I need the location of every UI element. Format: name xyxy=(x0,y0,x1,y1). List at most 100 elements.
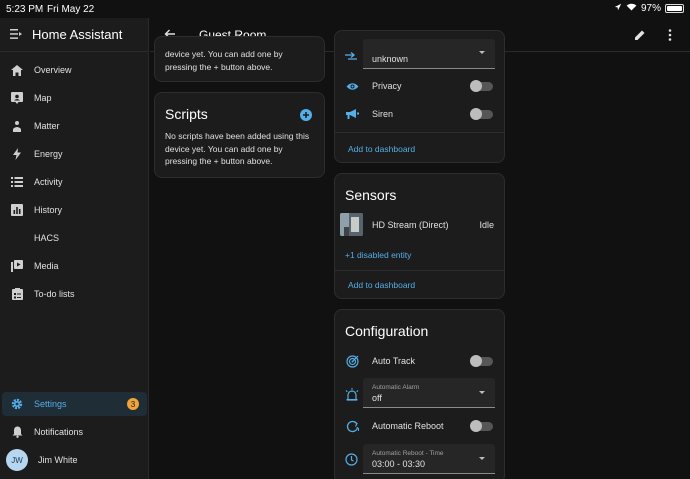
auto-track-toggle[interactable] xyxy=(470,354,493,367)
radar-icon xyxy=(345,354,359,368)
camera-thumbnail xyxy=(340,213,363,236)
privacy-row[interactable]: Privacy xyxy=(335,74,504,98)
sidebar-item-label: To-do lists xyxy=(34,289,75,299)
select-value: unknown xyxy=(372,54,409,64)
select-value: off xyxy=(372,393,382,403)
sidebar-item-label: Settings xyxy=(34,399,67,409)
restart-icon xyxy=(345,419,359,433)
add-script-icon[interactable] xyxy=(300,108,312,126)
more-vertical-icon[interactable] xyxy=(668,28,672,46)
pencil-icon[interactable] xyxy=(634,28,646,46)
scripts-empty-text: No scripts have been added using this de… xyxy=(165,131,310,166)
sidebar-item-todo[interactable]: To-do lists xyxy=(2,282,147,306)
card-divider xyxy=(335,132,504,133)
sidebar-item-history[interactable]: History xyxy=(2,198,147,222)
sidebar-item-map[interactable]: Map xyxy=(2,86,147,110)
sidebar-item-label: History xyxy=(34,205,63,215)
add-to-dashboard-link[interactable]: Add to dashboard xyxy=(348,144,415,154)
hacs-icon xyxy=(10,231,24,245)
sidebar-header: Home Assistant xyxy=(0,18,148,52)
privacy-toggle[interactable] xyxy=(470,79,493,92)
map-icon xyxy=(10,91,24,105)
stream-row[interactable]: HD Stream (Direct) Idle xyxy=(335,213,504,237)
clock-icon xyxy=(345,453,358,471)
status-date: Fri May 22 xyxy=(47,4,95,15)
home-icon xyxy=(10,63,24,77)
bell-icon xyxy=(10,425,24,439)
eye-icon xyxy=(345,79,359,93)
avatar: JW xyxy=(6,449,28,471)
stream-name: HD Stream (Direct) xyxy=(372,220,449,230)
bullhorn-icon xyxy=(345,107,359,121)
battery-icon xyxy=(665,4,684,13)
sidebar-item-label: Energy xyxy=(34,149,63,159)
toggle-knob xyxy=(470,79,482,92)
select-value: 03:00 - 03:30 xyxy=(372,459,426,469)
scenes-card: device yet. You can add one by pressing … xyxy=(154,36,325,82)
arrow-left-right-icon xyxy=(345,49,357,67)
siren-toggle[interactable] xyxy=(470,107,493,120)
status-bar: 5:23 PM Fri May 22 97% xyxy=(0,0,690,18)
sidebar-item-notifications[interactable]: Notifications xyxy=(2,420,147,444)
automatic-reboot-label: Automatic Reboot xyxy=(372,421,444,431)
stream-state: Idle xyxy=(479,220,494,230)
app-title: Home Assistant xyxy=(32,27,123,42)
clipboard-icon xyxy=(10,287,24,301)
sidebar-item-hacs[interactable]: HACS xyxy=(2,226,147,250)
reboot-time-select[interactable]: Automatic Reboot - Time 03:00 - 03:30 xyxy=(363,444,495,474)
automatic-alarm-select[interactable]: Automatic Alarm off xyxy=(363,378,495,408)
status-right: 97% xyxy=(614,3,684,14)
sensors-card: Sensors HD Stream (Direct) Idle +1 disab… xyxy=(334,173,505,299)
chevron-down-icon xyxy=(479,391,485,394)
gear-icon xyxy=(10,397,24,411)
privacy-label: Privacy xyxy=(372,81,402,91)
card-divider xyxy=(335,270,504,271)
select-label: Automatic Alarm xyxy=(372,384,420,391)
toggle-knob xyxy=(470,419,482,432)
auto-track-row[interactable]: Auto Track xyxy=(335,349,504,373)
battery-percent: 97% xyxy=(640,3,661,14)
sidebar-item-label: Overview xyxy=(34,65,72,75)
toggle-knob xyxy=(470,107,482,120)
media-icon xyxy=(10,259,24,273)
auto-track-label: Auto Track xyxy=(372,356,416,366)
automatic-reboot-row[interactable]: Automatic Reboot xyxy=(335,414,504,438)
sidebar-item-label: Notifications xyxy=(34,427,84,437)
chevron-down-icon xyxy=(479,51,485,54)
lightning-icon xyxy=(10,147,24,161)
settings-badge: 3 xyxy=(127,398,139,410)
automatic-reboot-toggle[interactable] xyxy=(470,419,493,432)
configuration-title: Configuration xyxy=(345,323,429,339)
sidebar-item-energy[interactable]: Energy xyxy=(2,142,147,166)
card-empty-text: device yet. You can add one by pressing … xyxy=(165,49,283,72)
scripts-card: Scripts No scripts have been added using… xyxy=(154,92,325,178)
sidebar-item-label: Media xyxy=(34,261,59,271)
sidebar: Home Assistant Overview Map Matter Energ… xyxy=(0,18,149,479)
scripts-title: Scripts xyxy=(165,106,208,122)
siren-row[interactable]: Siren xyxy=(335,102,504,126)
location-icon xyxy=(614,3,622,14)
sidebar-item-label: Matter xyxy=(34,121,60,131)
add-to-dashboard-link[interactable]: Add to dashboard xyxy=(348,280,415,290)
disabled-entity-link[interactable]: +1 disabled entity xyxy=(345,250,411,260)
toggle-knob xyxy=(470,354,482,367)
sidebar-item-label: HACS xyxy=(34,233,60,243)
sidebar-item-activity[interactable]: Activity xyxy=(2,170,147,194)
matter-icon xyxy=(10,119,24,133)
sensors-title: Sensors xyxy=(345,187,397,203)
menu-icon[interactable] xyxy=(10,26,22,44)
sidebar-item-matter[interactable]: Matter xyxy=(2,114,147,138)
controls-select[interactable]: unknown xyxy=(363,39,495,69)
chevron-down-icon xyxy=(479,457,485,460)
sidebar-item-label: Map xyxy=(34,93,52,103)
chart-icon xyxy=(10,203,24,217)
select-label: Automatic Reboot - Time xyxy=(372,450,444,457)
controls-card: unknown Privacy Siren Add to dashboard xyxy=(334,30,505,163)
battery-fill xyxy=(667,6,682,11)
sidebar-item-user[interactable]: JW Jim White xyxy=(2,448,147,472)
configuration-card: Configuration Auto Track Automatic Alarm… xyxy=(334,309,505,479)
sidebar-item-overview[interactable]: Overview xyxy=(2,58,147,82)
sidebar-item-media[interactable]: Media xyxy=(2,254,147,278)
alarm-light-icon xyxy=(345,388,359,406)
sidebar-item-settings[interactable]: Settings 3 xyxy=(2,392,147,416)
